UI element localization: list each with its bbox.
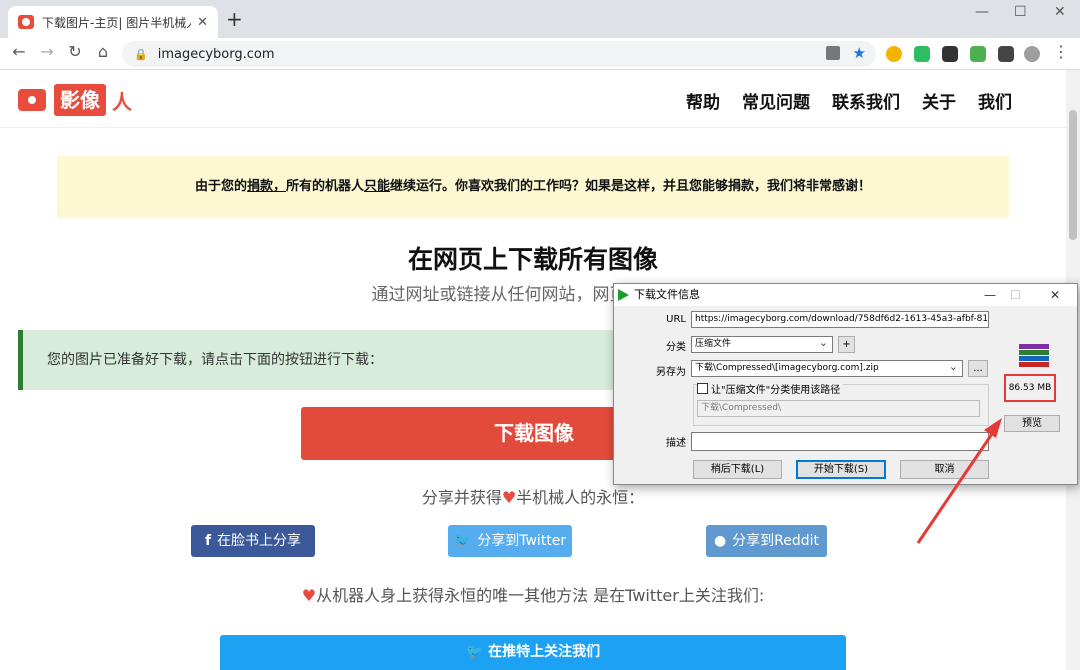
heart-icon: ♥ (501, 488, 517, 507)
use-path-checkbox[interactable] (697, 383, 708, 394)
reload-icon[interactable]: ↻ (64, 42, 86, 61)
browser-tab[interactable]: 下载图片-主页| 图片半机械人 ✕ (8, 6, 218, 38)
menu-icon[interactable]: ⋮ (1050, 42, 1072, 61)
facebook-icon: f (204, 533, 212, 549)
browse-button[interactable]: ... (968, 360, 988, 377)
logo-text-tail: 人 (112, 89, 132, 114)
follow-twitter-label: 在推特上关注我们 (488, 644, 601, 660)
share-twitter-button[interactable]: 🐦 分享到Twitter (448, 525, 572, 557)
nav-contact[interactable]: 联系我们 (832, 88, 900, 113)
winrar-archive-icon (1019, 344, 1049, 370)
follow-twitter-button[interactable]: 🐦 在推特上关注我们 (220, 635, 846, 670)
share-reddit-label: 分享到Reddit (732, 533, 820, 549)
translate-icon[interactable] (826, 46, 840, 60)
download-file-info-dialog: 下载文件信息 — ☐ ✕ URL https://imagecyborg.com… (613, 283, 1078, 485)
share-facebook-label: 在脸书上分享 (217, 533, 302, 549)
start-download-button[interactable]: 开始下载(S) (796, 460, 886, 479)
nav-faq[interactable]: 常见问题 (742, 88, 810, 113)
dialog-close-icon[interactable]: ✕ (1050, 284, 1060, 306)
add-category-button[interactable]: + (838, 336, 855, 353)
url-field[interactable]: https://imagecyborg.com/download/758df6d… (691, 311, 989, 328)
notice-text: 由于您的 (194, 179, 247, 194)
idm-play-icon (618, 289, 629, 301)
donation-notice: 由于您的捐款，所有的机器人只能继续运行。你喜欢我们的工作吗？如果是这样，并且您能… (57, 156, 1009, 218)
url-text: imagecyborg.com (157, 46, 275, 62)
follow-text-label: 从机器人身上获得永恒的唯一其他方法 是在Twitter上关注我们: (316, 586, 765, 605)
nav-us[interactable]: 我们 (978, 88, 1012, 113)
profile-avatar[interactable] (1024, 46, 1040, 62)
address-bar[interactable]: 🔒 imagecyborg.com ★ (122, 41, 876, 67)
extension-icon[interactable] (970, 46, 986, 62)
extensions-puzzle-icon[interactable] (998, 46, 1014, 62)
notice-text: 所有的机器人 (285, 179, 364, 194)
share-title-pre: 分享并获得 (421, 488, 502, 507)
use-path-checkbox-row[interactable]: 让"压缩文件"分类使用该路径 (697, 381, 844, 396)
follow-text: ♥从机器人身上获得永恒的唯一其他方法 是在Twitter上关注我们: (0, 582, 1066, 606)
extension-icon[interactable] (942, 46, 958, 62)
minimize-icon[interactable]: — (975, 4, 989, 20)
notice-text: 继续运行。你喜欢我们的工作吗？如果是这样，并且您能够捐款，我们将非常感谢！ (390, 179, 872, 194)
evernote-icon[interactable] (914, 46, 930, 62)
logo-text-box: 影像 (54, 84, 106, 116)
scrollbar-thumb[interactable] (1069, 110, 1077, 240)
description-field[interactable] (691, 432, 989, 451)
tab-title: 下载图片-主页| 图片半机械人 (42, 15, 192, 30)
save-as-select[interactable]: 下载\Compressed\[imagecyborg.com].zip (691, 360, 963, 377)
dialog-title: 下载文件信息 (634, 288, 700, 301)
share-twitter-label: 分享到Twitter (477, 533, 567, 549)
share-title-post: 半机械人的永恒： (516, 488, 645, 507)
twitter-icon: 🐦 (453, 533, 472, 549)
new-tab-button[interactable]: + (226, 9, 243, 29)
file-size-display: 86.53 MB (1004, 374, 1056, 402)
cancel-button[interactable]: 取消 (900, 460, 989, 479)
dialog-minimize-icon[interactable]: — (984, 284, 996, 306)
twitter-icon: 🐦 (465, 644, 489, 660)
camera-icon (18, 89, 46, 111)
path-field: 下载\Compressed\ (697, 400, 980, 417)
heart-icon: ♥ (301, 586, 317, 605)
browser-toolbar: ← → ↻ ⌂ 🔒 imagecyborg.com ★ ⋮ (0, 38, 1080, 70)
page-title: 在网页上下载所有图像 (407, 245, 658, 274)
lock-icon: 🔒 (134, 47, 148, 61)
site-nav: 帮助 常见问题 联系我们 关于 我们 (686, 88, 1012, 113)
save-as-label: 另存为 (656, 367, 686, 378)
nav-help[interactable]: 帮助 (686, 88, 720, 113)
site-header: 影像 人 帮助 常见问题 联系我们 关于 我们 (0, 70, 1066, 128)
share-reddit-button[interactable]: ● 分享到Reddit (706, 525, 827, 557)
description-label: 描述 (666, 438, 686, 449)
only-link[interactable]: 只能 (364, 179, 390, 194)
preview-button[interactable]: 预览 (1004, 415, 1060, 432)
share-title: 分享并获得♥半机械人的永恒： (0, 484, 1066, 508)
forward-icon[interactable]: → (36, 42, 58, 61)
extension-icon[interactable] (886, 46, 902, 62)
close-window-icon[interactable]: ✕ (1054, 4, 1066, 20)
dialog-maximize-icon: ☐ (1010, 288, 1021, 302)
reddit-icon: ● (713, 533, 727, 549)
browser-titlebar: 下载图片-主页| 图片半机械人 ✕ + — ☐ ✕ (0, 0, 1080, 38)
nav-about[interactable]: 关于 (922, 88, 956, 113)
site-logo[interactable]: 影像 人 (18, 84, 132, 116)
dialog-titlebar: 下载文件信息 — ☐ ✕ (614, 284, 1077, 306)
bookmark-star-icon[interactable]: ★ (853, 44, 866, 62)
tab-close-icon[interactable]: ✕ (197, 15, 208, 30)
use-path-label: 让"压缩文件"分类使用该路径 (711, 385, 841, 396)
donate-link[interactable]: 捐款， (247, 179, 286, 194)
back-icon[interactable]: ← (8, 42, 30, 61)
camera-favicon-icon (18, 15, 34, 29)
home-icon[interactable]: ⌂ (92, 42, 114, 61)
url-label: URL (666, 314, 686, 325)
category-label: 分类 (666, 342, 686, 353)
share-facebook-button[interactable]: f 在脸书上分享 (191, 525, 315, 557)
download-later-button[interactable]: 稍后下载(L) (693, 460, 782, 479)
category-select[interactable]: 压缩文件 (691, 336, 833, 353)
maximize-icon[interactable]: ☐ (1014, 4, 1027, 20)
